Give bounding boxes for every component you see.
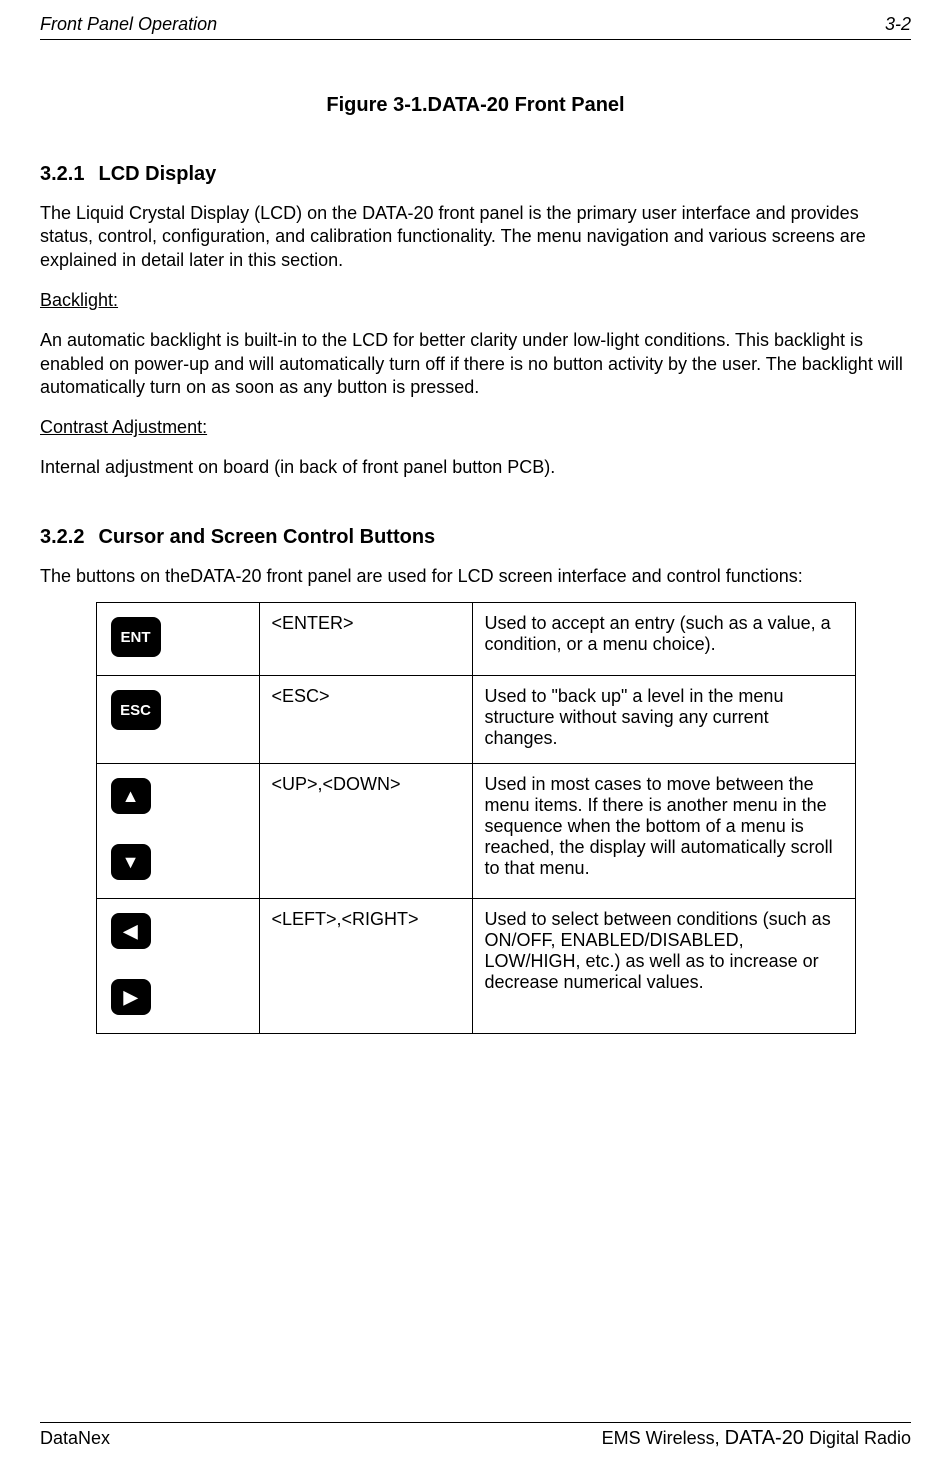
section-number: 3.2.2 [40,526,84,548]
header-right: 3-2 [885,14,911,35]
table-row: ENT <ENTER> Used to accept an entry (suc… [96,603,855,676]
footer-right: EMS Wireless, DATA-20 Digital Radio [602,1427,911,1450]
button-description: Used to "back up" a level in the menu st… [472,676,855,764]
button-name: <UP>,<DOWN> [259,764,472,899]
backlight-paragraph: An automatic backlight is built-in to th… [40,329,911,399]
lcd-intro-paragraph: The Liquid Crystal Display (LCD) on the … [40,202,911,272]
page-header: Front Panel Operation 3-2 [40,14,911,40]
footer-left: DataNex [40,1428,110,1449]
button-name: <ESC> [259,676,472,764]
button-table: ENT <ENTER> Used to accept an entry (suc… [96,602,856,1034]
footer-right-model: DATA-20 [725,1427,804,1449]
button-description: Used to accept an entry (such as a value… [472,603,855,676]
button-description: Used in most cases to move between the m… [472,764,855,899]
figure-title: Figure 3-1.DATA-20 Front Panel [40,94,911,117]
footer-right-prefix: EMS Wireless, [602,1428,725,1448]
page-footer: DataNex EMS Wireless, DATA-20 Digital Ra… [40,1422,911,1450]
footer-right-suffix: Digital Radio [804,1428,911,1448]
button-name: <ENTER> [259,603,472,676]
section-title: LCD Display [98,163,216,185]
header-left: Front Panel Operation [40,14,217,35]
up-arrow-icon: ▲ [111,778,151,814]
section-number: 3.2.1 [40,163,84,185]
right-arrow-icon: ▶ [111,979,151,1015]
contrast-label: Contrast Adjustment: [40,417,911,438]
contrast-paragraph: Internal adjustment on board (in back of… [40,456,911,479]
backlight-label: Backlight: [40,290,911,311]
table-row: ◀ ▶ <LEFT>,<RIGHT> Used to select betwee… [96,899,855,1034]
button-name: <LEFT>,<RIGHT> [259,899,472,1034]
button-description: Used to select between conditions (such … [472,899,855,1034]
left-arrow-icon: ◀ [111,913,151,949]
section-heading-lcd: 3.2.1 LCD Display [40,163,911,186]
esc-key-icon: ESC [111,690,161,730]
buttons-intro-paragraph: The buttons on theDATA-20 front panel ar… [40,565,911,588]
table-row: ▲ ▼ <UP>,<DOWN> Used in most cases to mo… [96,764,855,899]
ent-key-icon: ENT [111,617,161,657]
down-arrow-icon: ▼ [111,844,151,880]
table-row: ESC <ESC> Used to "back up" a level in t… [96,676,855,764]
section-title: Cursor and Screen Control Buttons [98,526,435,548]
section-heading-buttons: 3.2.2 Cursor and Screen Control Buttons [40,526,911,549]
